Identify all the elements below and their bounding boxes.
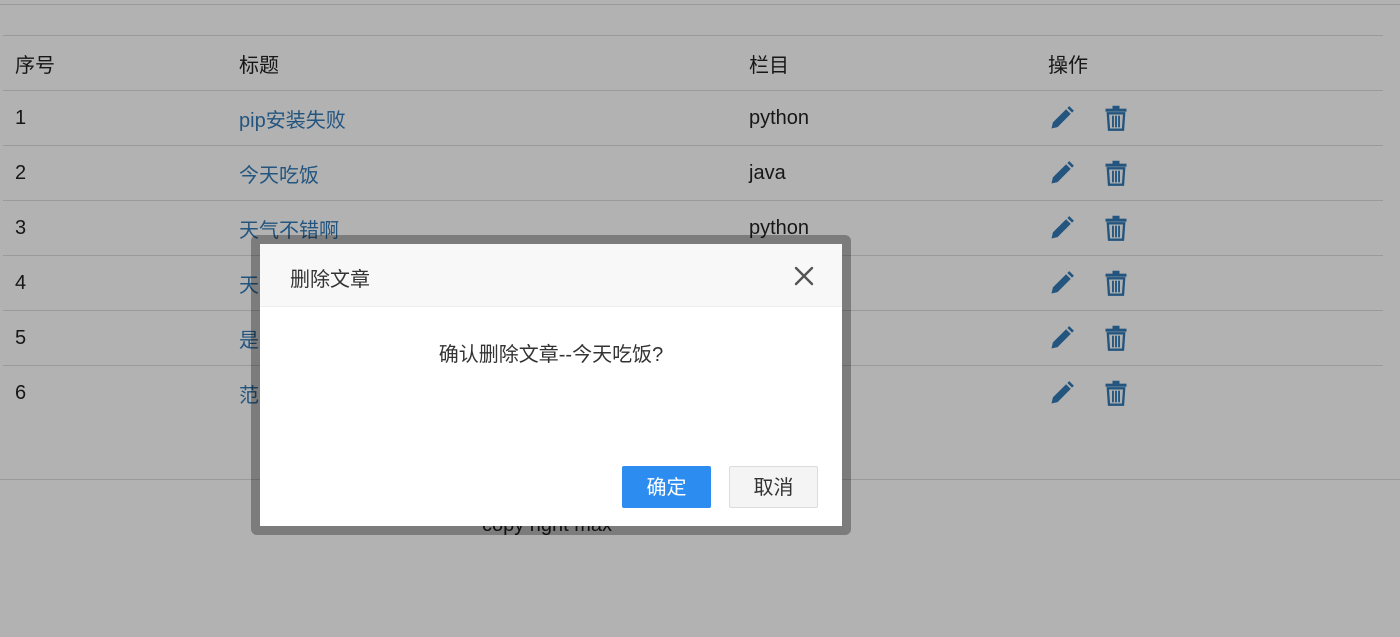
delete-article-dialog: 删除文章 确认删除文章--今天吃饭? 确定 取消 xyxy=(260,244,842,526)
cancel-button[interactable]: 取消 xyxy=(729,466,818,508)
dialog-title: 删除文章 xyxy=(290,269,370,291)
close-icon[interactable] xyxy=(792,264,816,288)
dialog-message: 确认删除文章--今天吃饭? xyxy=(438,344,664,366)
dialog-header: 删除文章 xyxy=(260,244,842,307)
confirm-button[interactable]: 确定 xyxy=(622,466,711,508)
